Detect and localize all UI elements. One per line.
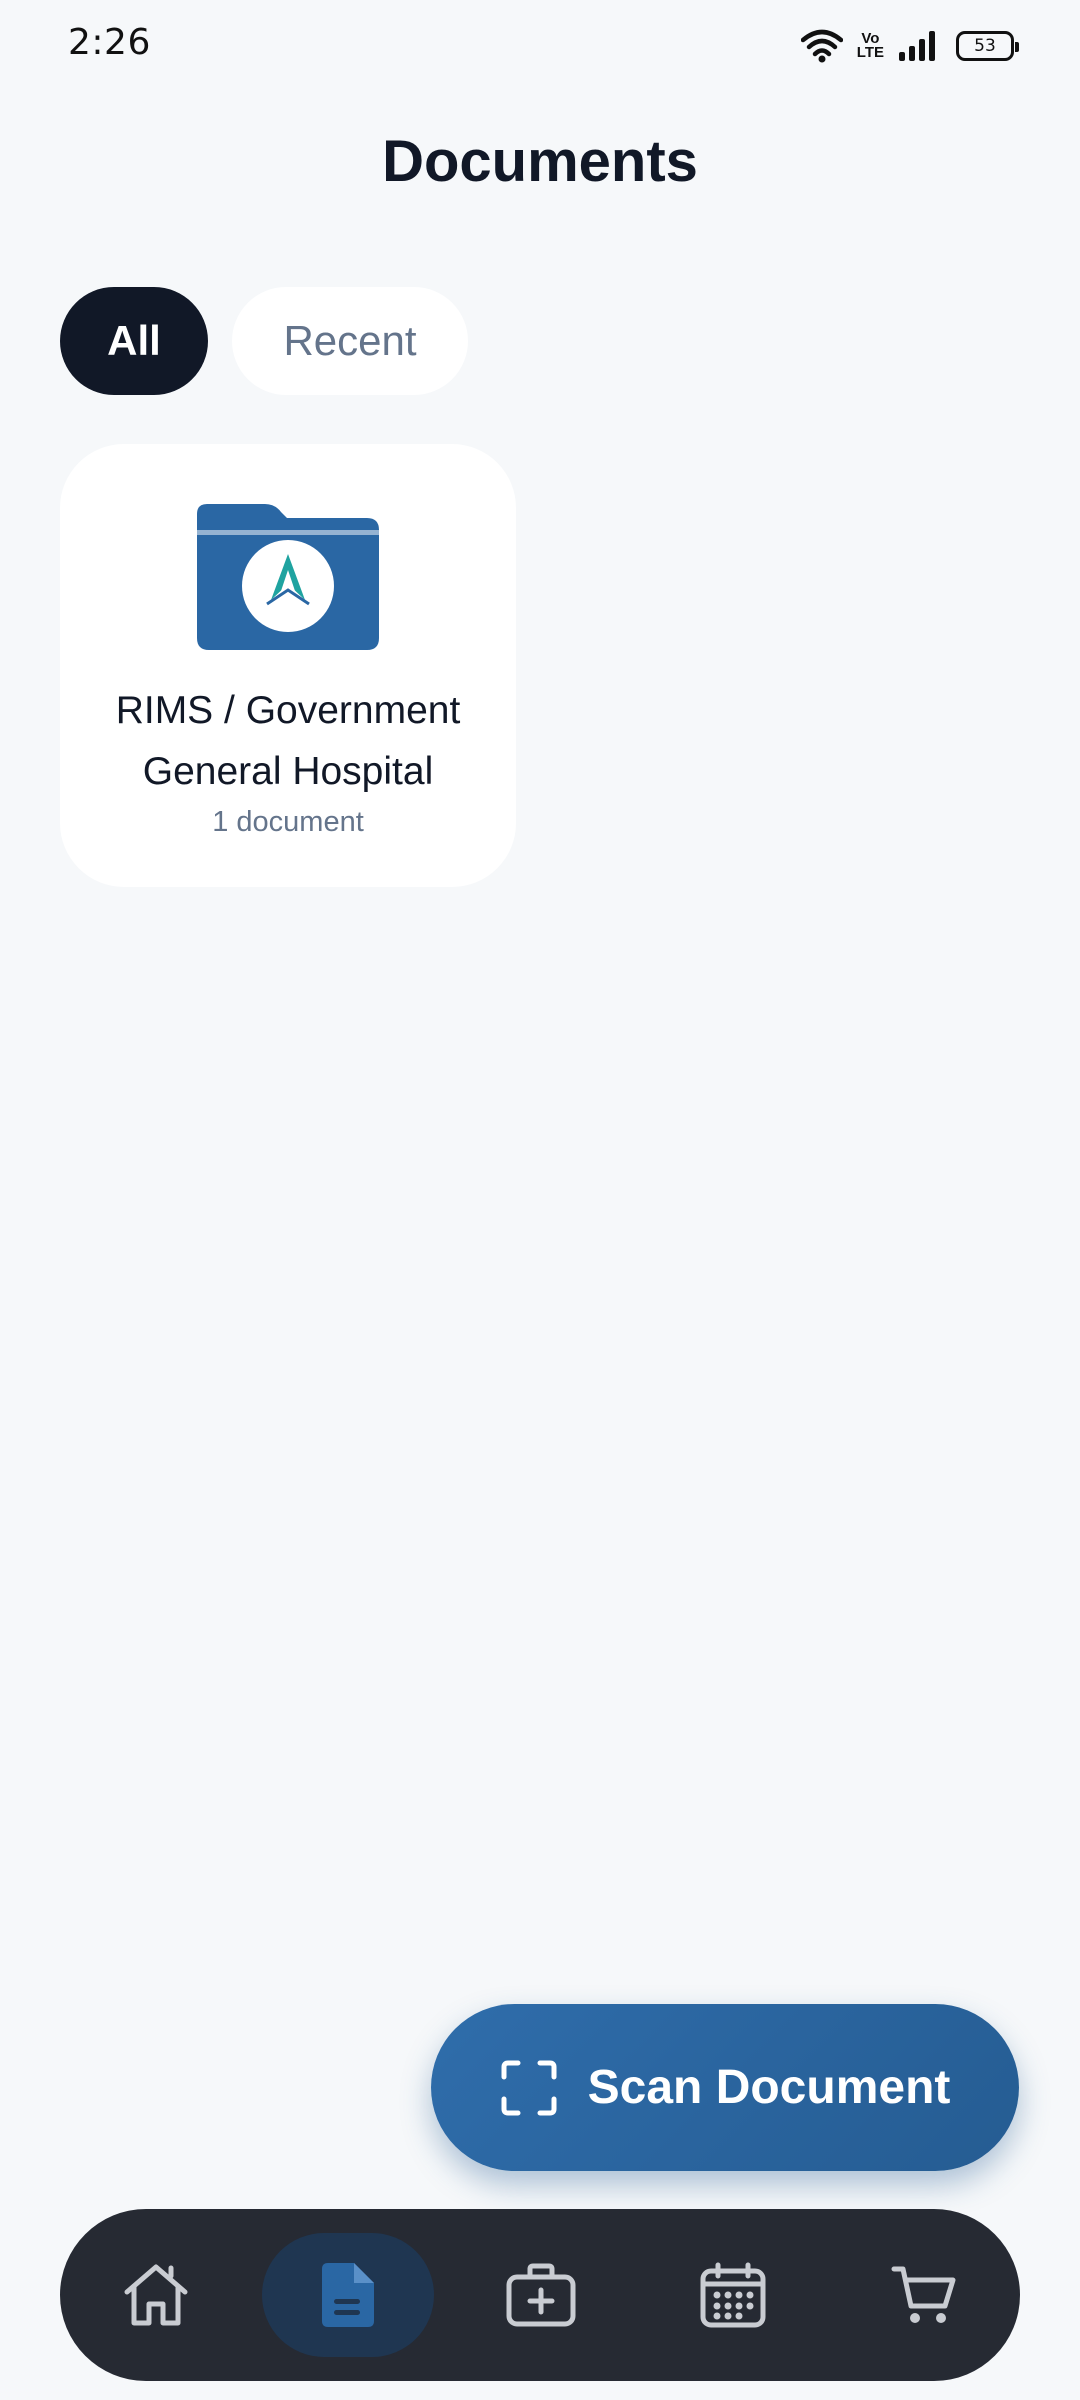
folder-card[interactable]: RIMS / Government General Hospital 1 doc… <box>60 444 516 887</box>
filter-all-chip[interactable]: All <box>60 287 208 395</box>
bottom-nav <box>60 2209 1020 2381</box>
battery-level: 53 <box>974 36 996 56</box>
scan-document-button[interactable]: Scan Document <box>431 2004 1019 2171</box>
scan-frame-icon <box>501 2060 557 2115</box>
battery-icon: 53 <box>956 31 1019 61</box>
document-icon <box>322 2263 374 2327</box>
folder-with-hospital-logo-icon <box>197 504 379 650</box>
status-bar: 2:26 Vo LTE 53 <box>0 0 1080 96</box>
nav-documents[interactable] <box>262 2209 434 2381</box>
nav-home[interactable] <box>70 2209 242 2381</box>
calendar-icon <box>700 2262 766 2328</box>
filter-recent-chip[interactable]: Recent <box>232 287 468 395</box>
filter-chips: All Recent <box>60 287 468 395</box>
nav-cart[interactable] <box>838 2209 1010 2381</box>
folder-name: RIMS / Government General Hospital <box>115 689 461 793</box>
nav-medical-kit[interactable] <box>455 2209 627 2381</box>
medical-kit-icon <box>506 2263 576 2327</box>
wifi-icon <box>800 29 843 63</box>
status-icons: Vo LTE 53 <box>800 28 1019 64</box>
page-title: Documents <box>382 129 698 194</box>
cart-icon <box>891 2266 956 2323</box>
scan-document-label: Scan Document <box>587 2061 951 2114</box>
home-icon <box>124 2264 188 2326</box>
status-time: 2:26 <box>68 22 151 63</box>
nav-calendar[interactable] <box>647 2209 819 2381</box>
folder-document-count: 1 document <box>212 806 364 838</box>
signal-icon <box>899 31 935 61</box>
volte-icon: Vo LTE <box>856 30 884 61</box>
